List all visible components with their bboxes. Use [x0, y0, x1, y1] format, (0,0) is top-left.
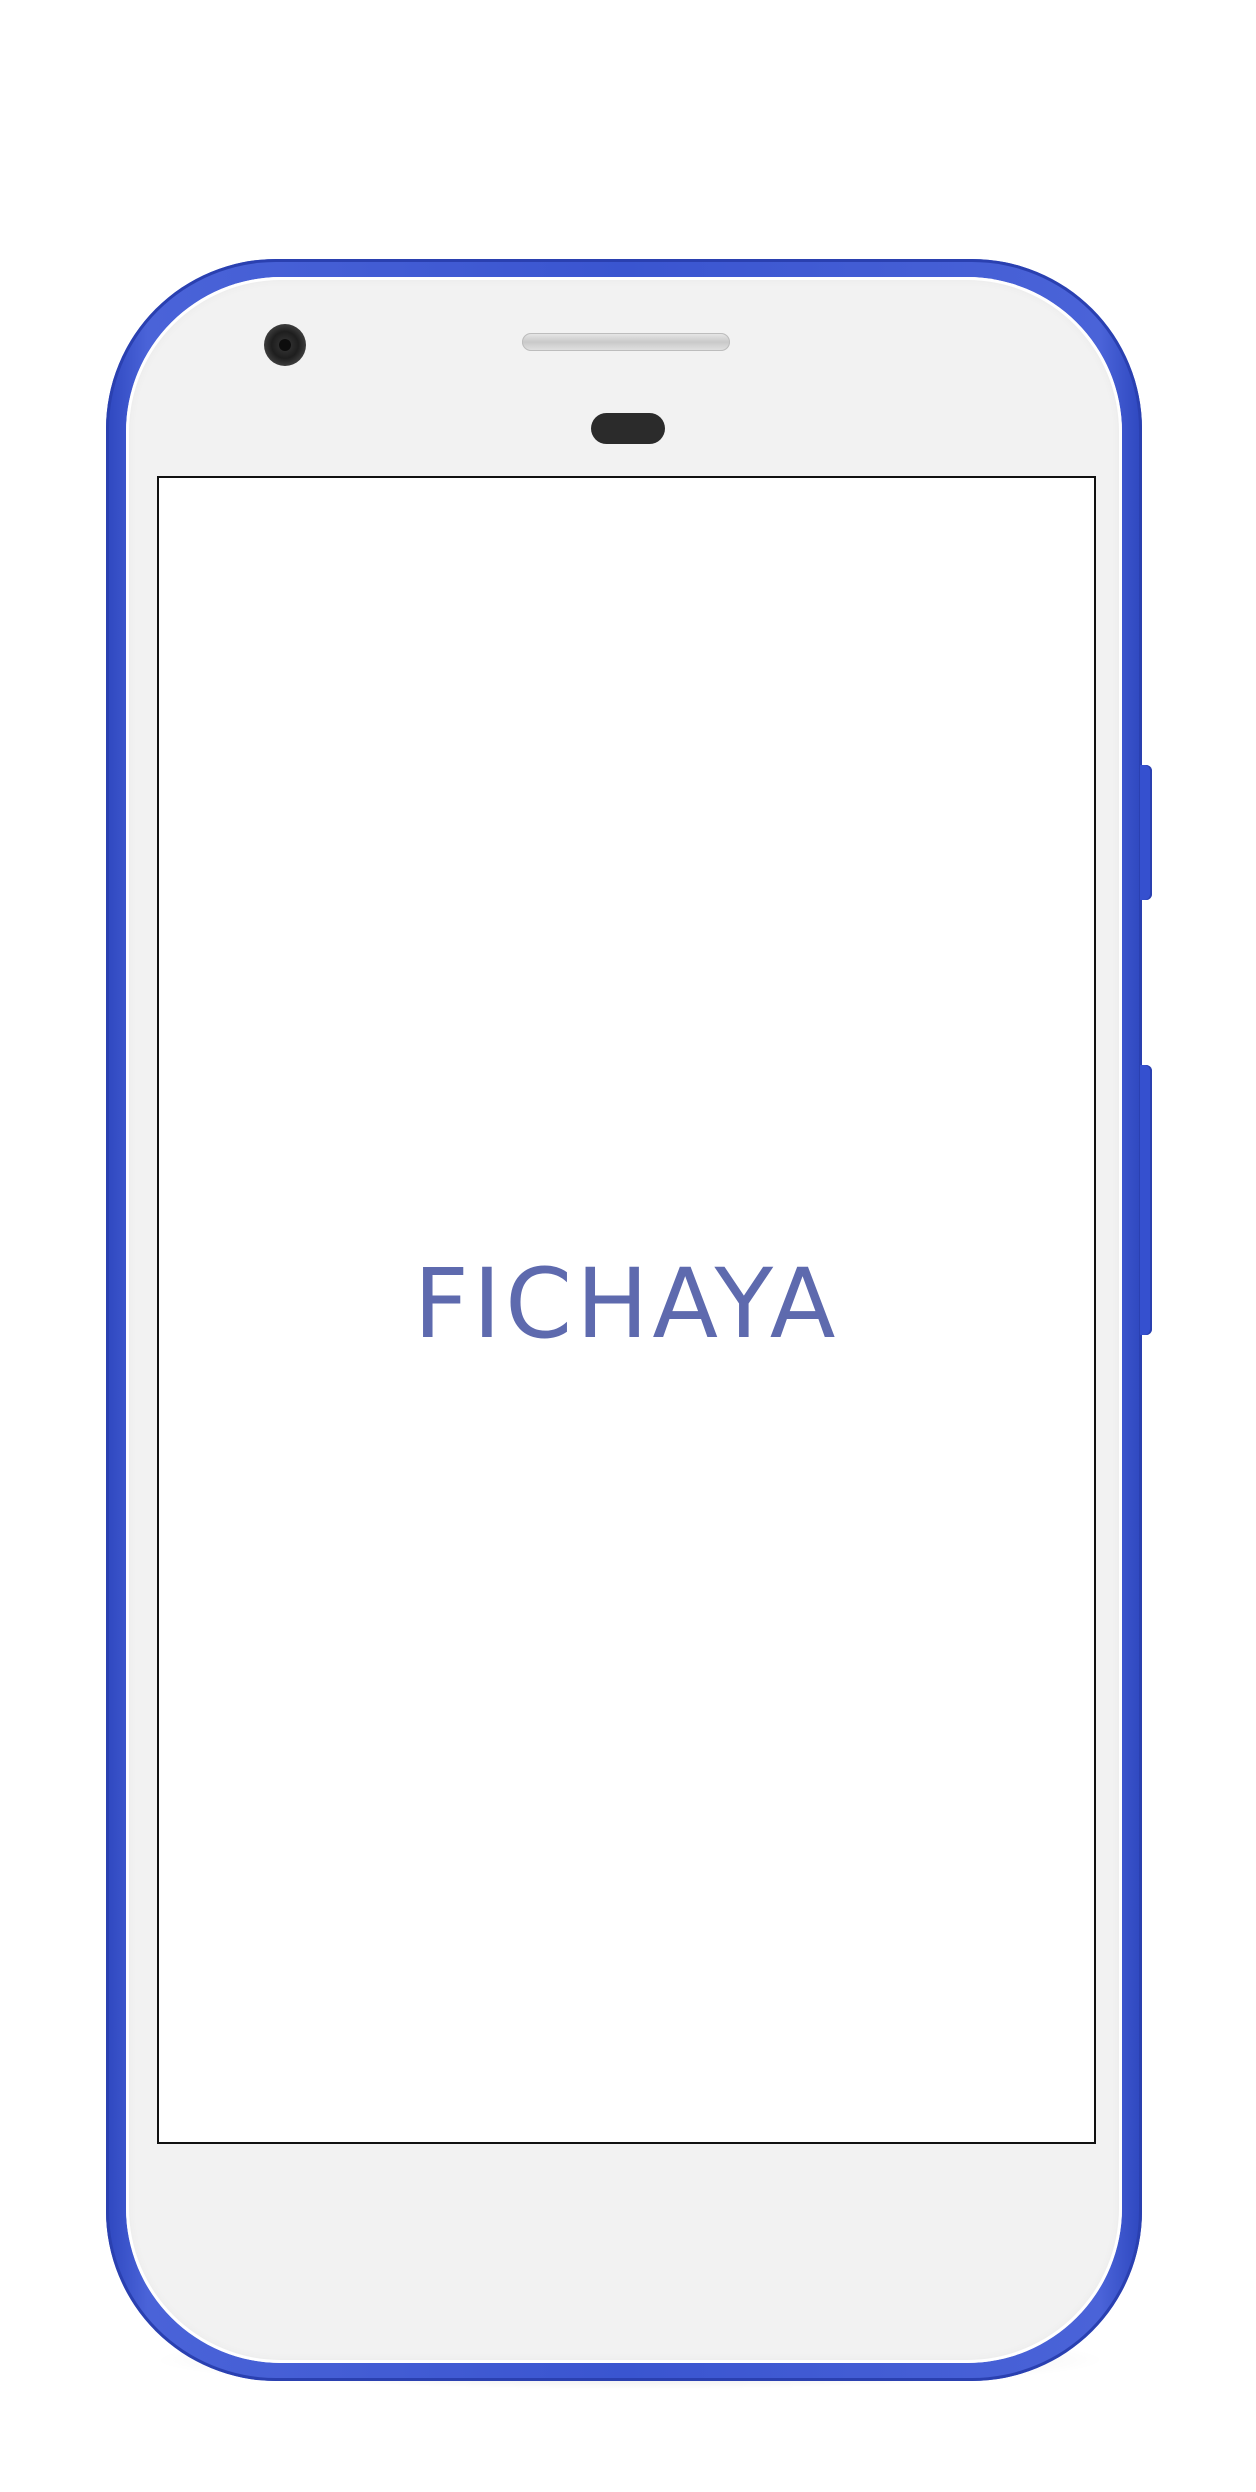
power-button: [1140, 765, 1152, 900]
earpiece-speaker: [522, 333, 730, 351]
front-camera-icon: [264, 324, 306, 366]
splash-app-title: FICHAYA: [413, 1248, 840, 1360]
volume-button: [1140, 1065, 1152, 1335]
app-screen: FICHAYA: [157, 476, 1096, 2144]
proximity-sensor: [591, 413, 665, 444]
